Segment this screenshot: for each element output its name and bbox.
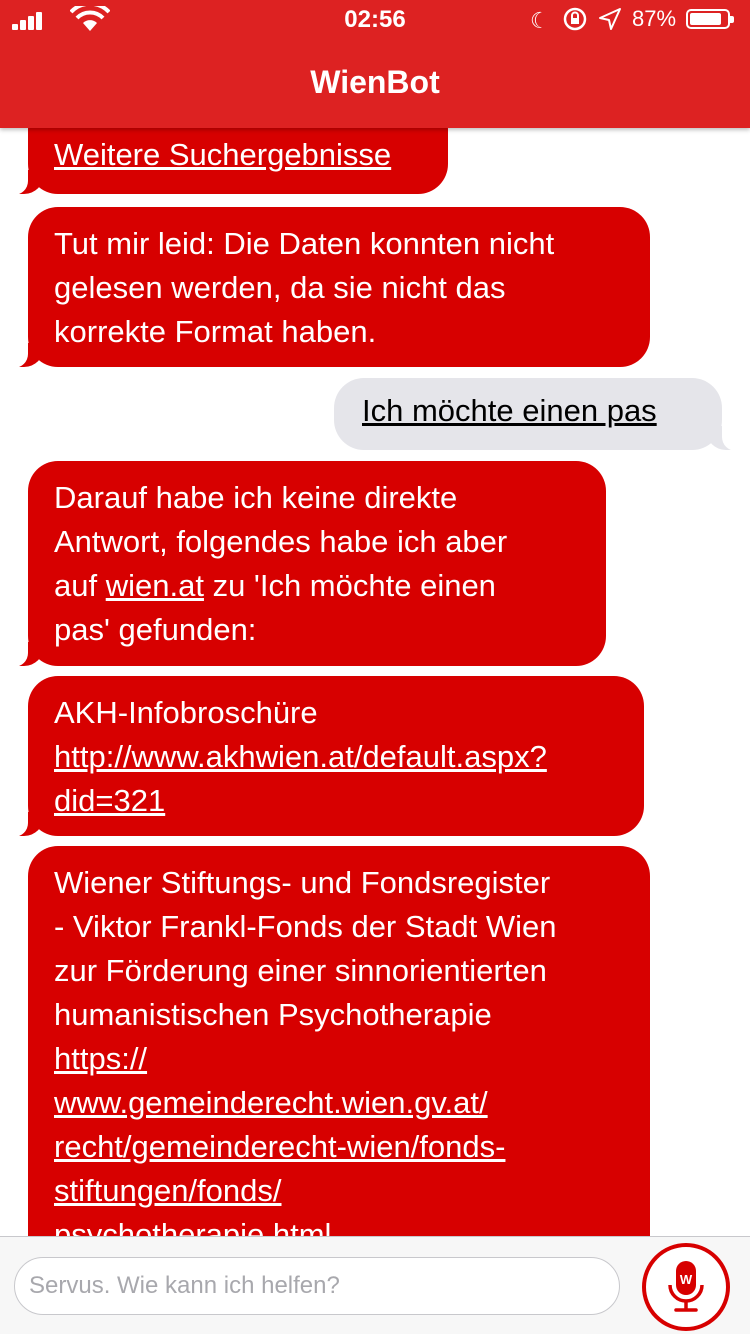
result-title: AKH-Infobroschüre [54,695,318,730]
result-link[interactable]: stiftungen/fonds/ [54,1169,624,1213]
location-arrow-icon [599,8,621,30]
message-input[interactable] [14,1257,620,1315]
user-message-bubble: Ich möchte einen pas [334,378,742,451]
wien-at-link[interactable]: wien.at [106,568,204,603]
result-link[interactable]: psychotherapie.html [54,1213,624,1236]
result-title: zur Förderung einer sinnorientierten [54,953,547,988]
message-text: auf [54,568,106,603]
result-title: Wiener Stiftungs- und Fondsregister [54,865,551,900]
message-link[interactable]: Weitere Suchergebnisse [54,133,422,177]
orientation-lock-icon [563,7,587,31]
result-title: - Viktor Frankl-Fonds der Stadt Wien [54,909,557,944]
do-not-disturb-icon: ☾ [530,8,550,33]
message-text: Darauf habe ich keine direkte [54,480,458,515]
bot-message-bubble: Wiener Stiftungs- und Fondsregister - Vi… [28,846,650,1236]
result-link[interactable]: recht/gemeinderecht-wien/fonds- [54,1125,624,1169]
result-link[interactable]: https:// [54,1037,624,1081]
bot-message-bubble: Weitere Suchergebnisse [8,128,448,195]
message-text: Tut mir leid: Die Daten konnten nicht [54,226,555,261]
status-bar: 02:56 ☾ 87% [0,0,750,42]
message-text: pas' gefunden: [54,612,257,647]
result-link[interactable]: www.gemeinderecht.wien.gv.at/ [54,1081,624,1125]
svg-text:W: W [680,1272,693,1287]
result-link[interactable]: did=321 [54,779,618,823]
chat-message-list[interactable]: Weitere Suchergebnisse Tut mir leid: Die… [0,128,750,1236]
battery-icon [686,9,734,29]
page-title: WienBot [310,64,440,100]
message-text: Antwort, folgendes habe ich aber [54,524,508,559]
bot-message-bubble: AKH-Infobroschüre http://www.akhwien.at/… [8,676,644,837]
message-text-line: auf wien.at zu 'Ich möchte einen [54,564,580,608]
message-text: zu 'Ich möchte einen [203,568,496,603]
result-link[interactable]: http://www.akhwien.at/default.aspx? [54,735,618,779]
app-header: 02:56 ☾ 87% WienBot [0,0,750,128]
result-title: humanistischen Psychotherapie [54,997,492,1032]
bot-message-bubble: Darauf habe ich keine direkte Antwort, f… [8,461,606,667]
microphone-button[interactable]: W [642,1243,730,1331]
message-text: korrekte Format haben. [54,314,377,349]
message-link[interactable]: Ich möchte einen pas [362,389,694,433]
microphone-icon: W [668,1261,704,1312]
bot-message-bubble: Tut mir leid: Die Daten konnten nicht ge… [8,207,650,368]
message-text: gelesen werden, da sie nicht das [54,270,506,305]
battery-percent: 87% [632,6,677,31]
composer-bar: W [0,1236,750,1334]
